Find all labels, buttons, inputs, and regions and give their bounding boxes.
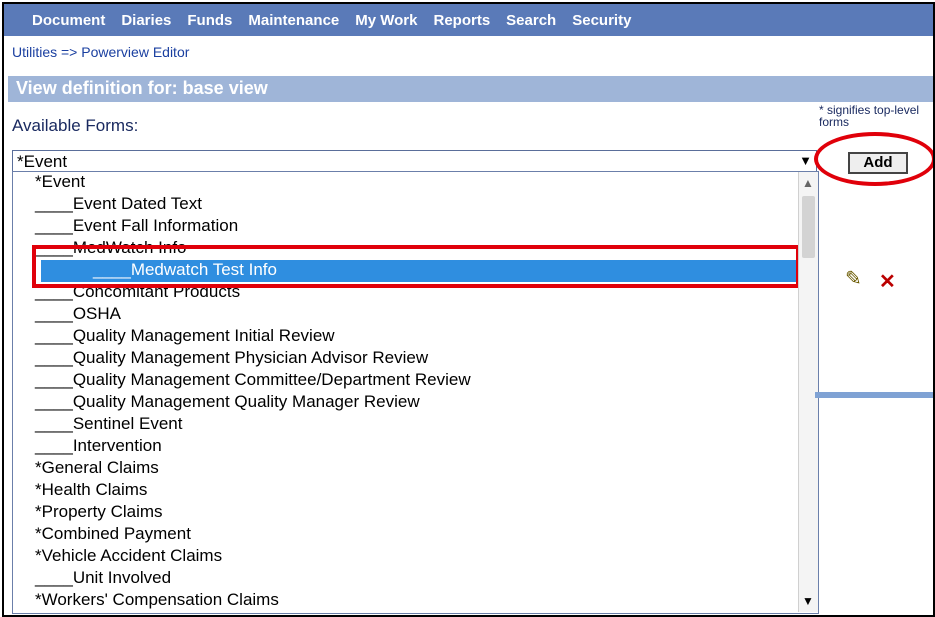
dropdown-option[interactable]: ____Quality Management Quality Manager R…	[35, 392, 420, 414]
dropdown-option[interactable]: *Workers' Compensation Claims	[35, 590, 279, 612]
scroll-thumb[interactable]	[802, 196, 815, 258]
scroll-up-icon[interactable]: ▲	[802, 176, 814, 190]
app-frame: Document Diaries Funds Maintenance My Wo…	[2, 2, 935, 617]
top-level-forms-note: * signifies top-level forms	[819, 103, 920, 129]
dropdown-option[interactable]: ____Quality Management Committee/Departm…	[35, 370, 471, 392]
dropdown-arrow-icon[interactable]: ▼	[799, 153, 812, 168]
menu-my-work[interactable]: My Work	[355, 12, 417, 29]
select-current-value: *Event	[17, 152, 68, 171]
section-header: View definition for: base view	[8, 76, 933, 102]
forms-dropdown-list[interactable]: *Event ____Event Dated Text ____Event Fall…	[12, 171, 819, 614]
dropdown-option[interactable]: ____Unit Involved	[35, 568, 171, 590]
dropdown-option[interactable]: *Event	[35, 172, 85, 194]
available-forms-select[interactable]: *Event ▼	[12, 150, 817, 172]
pencil-icon[interactable]: ✎	[845, 266, 862, 291]
dropdown-option[interactable]: ____Sentinel Event	[35, 414, 182, 436]
dropdown-option[interactable]: ____OSHA	[35, 304, 121, 326]
menu-reports[interactable]: Reports	[433, 12, 490, 29]
dropdown-option[interactable]: *Health Claims	[35, 480, 147, 502]
dropdown-option[interactable]: *Combined Payment	[35, 524, 191, 546]
right-divider	[815, 392, 933, 398]
dropdown-option[interactable]: ____Event Dated Text	[35, 194, 202, 216]
available-forms-label: Available Forms:	[12, 116, 139, 135]
add-button[interactable]: Add	[848, 152, 908, 174]
dropdown-option[interactable]: ____Event Fall Information	[35, 216, 238, 238]
breadcrumb: Utilities => Powerview Editor	[12, 44, 190, 60]
menu-document[interactable]: Document	[32, 12, 105, 29]
menu-search[interactable]: Search	[506, 12, 556, 29]
menu-diaries[interactable]: Diaries	[121, 12, 171, 29]
dropdown-option[interactable]: *General Claims	[35, 458, 159, 480]
menu-security[interactable]: Security	[572, 12, 631, 29]
top-menu-bar: Document Diaries Funds Maintenance My Wo…	[4, 4, 933, 36]
dropdown-option[interactable]: ____Quality Management Physician Advisor…	[35, 348, 428, 370]
menu-maintenance[interactable]: Maintenance	[248, 12, 339, 29]
dropdown-option[interactable]: ____Quality Management Initial Review	[35, 326, 335, 348]
dropdown-option[interactable]: ____Intervention	[35, 436, 162, 458]
section-title: View definition for: base view	[16, 78, 268, 98]
dropdown-option[interactable]: *Vehicle Accident Claims	[35, 546, 222, 568]
scroll-down-icon[interactable]: ▼	[802, 594, 814, 608]
annotation-highlight-box	[32, 245, 800, 288]
menu-funds[interactable]: Funds	[187, 12, 232, 29]
dropdown-option[interactable]: *Property Claims	[35, 502, 163, 524]
delete-x-icon[interactable]: ✕	[879, 269, 896, 294]
